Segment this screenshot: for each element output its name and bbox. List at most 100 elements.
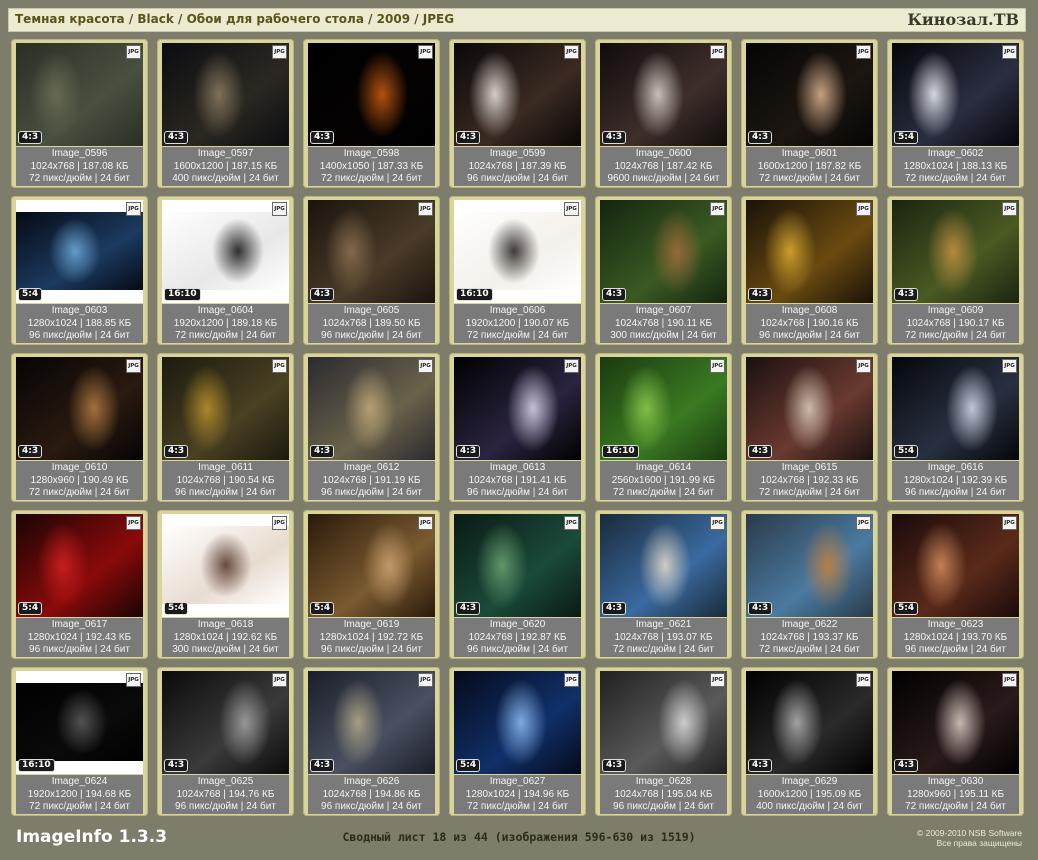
- thumbnail-card[interactable]: JPG 4:3 Image_0611 1024x768 | 190.54 КБ 96 п…: [157, 353, 294, 502]
- thumbnail-image[interactable]: JPG 4:3: [16, 43, 143, 146]
- thumbnail-card[interactable]: JPG 4:3 Image_0628 1024x768 | 195.04 КБ 96 п…: [595, 667, 732, 816]
- thumbnail-card[interactable]: JPG 5:4 Image_0623 1280x1024 | 193.70 КБ 96 …: [887, 510, 1024, 659]
- thumbnail-image[interactable]: JPG 5:4: [162, 514, 289, 617]
- jpg-format-icon: JPG: [418, 202, 433, 216]
- thumbnail-image[interactable]: JPG 4:3: [454, 43, 581, 146]
- thumbnail-image[interactable]: JPG 4:3: [162, 671, 289, 774]
- thumbnail-card[interactable]: JPG 5:4 Image_0603 1280x1024 | 188.85 КБ 96 …: [11, 196, 148, 345]
- thumbnail-image[interactable]: JPG 16:10: [600, 357, 727, 460]
- jpg-format-icon: JPG: [564, 673, 579, 687]
- file-size: 188.13 КБ: [961, 160, 1008, 172]
- thumbnail-card[interactable]: JPG 5:4 Image_0627 1280x1024 | 194.96 КБ 72 …: [449, 667, 586, 816]
- thumbnail-image[interactable]: JPG 4:3: [162, 43, 289, 146]
- separator: |: [238, 487, 247, 498]
- thumbnail-card[interactable]: JPG 16:10 Image_0614 2560x1600 | 191.99 КБ 7…: [595, 353, 732, 502]
- thumbnail-card[interactable]: JPG 4:3 Image_0607 1024x768 | 190.11 КБ 300 …: [595, 196, 732, 345]
- image-dimensions: 1024x768: [760, 631, 805, 643]
- thumbnail-image[interactable]: JPG 4:3: [746, 357, 873, 460]
- thumbnail-card[interactable]: JPG 4:3 Image_0605 1024x768 | 189.50 КБ 96 п…: [303, 196, 440, 345]
- thumbnail-card[interactable]: JPG 4:3 Image_0626 1024x768 | 194.86 КБ 96 п…: [303, 667, 440, 816]
- thumbnail-card[interactable]: JPG 4:3 Image_0629 1600x1200 | 195.09 КБ 400…: [741, 667, 878, 816]
- thumbnail-card[interactable]: JPG 4:3 Image_0601 1600x1200 | 187.82 КБ 72 …: [741, 39, 878, 188]
- thumbnail-card[interactable]: JPG 5:4 Image_0602 1280x1024 | 188.13 КБ 72 …: [887, 39, 1024, 188]
- image-dpi: 96 пикс/дюйм: [321, 487, 384, 498]
- thumbnail-image[interactable]: JPG 4:3: [600, 671, 727, 774]
- thumbnail-card[interactable]: JPG 4:3 Image_0608 1024x768 | 190.16 КБ 96 п…: [741, 196, 878, 345]
- thumbnail-image[interactable]: JPG 4:3: [746, 671, 873, 774]
- thumbnail-card[interactable]: JPG 4:3 Image_0630 1280x960 | 195.11 КБ 72 п…: [887, 667, 1024, 816]
- separator: |: [366, 317, 375, 329]
- thumbnail-card[interactable]: JPG 16:10 Image_0604 1920x1200 | 189.18 КБ 7…: [157, 196, 294, 345]
- thumbnail-card[interactable]: JPG 5:4 Image_0616 1280x1024 | 192.39 КБ 96 …: [887, 353, 1024, 502]
- jpg-format-icon: JPG: [564, 516, 579, 530]
- thumbnail-card[interactable]: JPG 4:3 Image_0625 1024x768 | 194.76 КБ 96 п…: [157, 667, 294, 816]
- thumbnail-card[interactable]: JPG 4:3 Image_0613 1024x768 | 191.41 КБ 96 п…: [449, 353, 586, 502]
- thumbnail-card[interactable]: JPG 4:3 Image_0600 1024x768 | 187.42 КБ 9600…: [595, 39, 732, 188]
- thumbnail-image[interactable]: JPG 4:3: [308, 671, 435, 774]
- thumbnail-card[interactable]: JPG 4:3 Image_0597 1600x1200 | 187.15 КБ 400…: [157, 39, 294, 188]
- jpg-format-icon: JPG: [272, 673, 287, 687]
- thumbnail-image[interactable]: JPG 4:3: [454, 357, 581, 460]
- separator: |: [804, 317, 813, 329]
- bit-depth: 24 бит: [832, 801, 863, 812]
- thumbnail-image[interactable]: JPG 5:4: [892, 357, 1019, 460]
- thumbnail-image[interactable]: JPG 5:4: [16, 200, 143, 303]
- thumbnail-image[interactable]: JPG 16:10: [162, 200, 289, 303]
- thumbnail-card[interactable]: JPG 4:3 Image_0610 1280x960 | 190.49 КБ 72 п…: [11, 353, 148, 502]
- aspect-ratio-badge: 4:3: [602, 759, 627, 772]
- jpg-format-icon: JPG: [564, 202, 579, 216]
- thumbnail-card[interactable]: JPG 5:4 Image_0619 1280x1024 | 192.72 КБ 96 …: [303, 510, 440, 659]
- thumbnail-card[interactable]: JPG 16:10 Image_0624 1920x1200 | 194.68 КБ 7…: [11, 667, 148, 816]
- thumbnail-image[interactable]: JPG 5:4: [308, 514, 435, 617]
- bit-depth: 24 бит: [248, 173, 279, 184]
- image-dimensions-size: 1024x768 | 195.04 КБ: [600, 789, 727, 802]
- thumbnail-image[interactable]: JPG 4:3: [892, 200, 1019, 303]
- thumbnail-card[interactable]: JPG 4:3 Image_0612 1024x768 | 191.19 КБ 96 п…: [303, 353, 440, 502]
- image-dpi: 72 пикс/дюйм: [467, 330, 530, 341]
- separator: |: [968, 330, 977, 341]
- separator: |: [678, 330, 687, 341]
- thumbnail-image[interactable]: JPG 4:3: [600, 514, 727, 617]
- thumbnail-card[interactable]: JPG 16:10 Image_0606 1920x1200 | 190.07 КБ 7…: [449, 196, 586, 345]
- thumbnail-card[interactable]: JPG 5:4 Image_0618 1280x1024 | 192.62 КБ 300…: [157, 510, 294, 659]
- thumbnail-image[interactable]: JPG 4:3: [16, 357, 143, 460]
- image-dpi-bits: 96 пикс/дюйм | 24 бит: [454, 487, 581, 500]
- thumbnail-image[interactable]: JPG 4:3: [892, 671, 1019, 774]
- thumbnail-image[interactable]: JPG 4:3: [746, 200, 873, 303]
- thumbnail-card[interactable]: JPG 4:3 Image_0621 1024x768 | 193.07 КБ 72 п…: [595, 510, 732, 659]
- thumbnail-image[interactable]: JPG 5:4: [454, 671, 581, 774]
- thumbnail-image[interactable]: JPG 4:3: [600, 43, 727, 146]
- thumbnail-image[interactable]: JPG 4:3: [162, 357, 289, 460]
- separator: |: [74, 474, 83, 486]
- thumbnail-image[interactable]: JPG 5:4: [892, 514, 1019, 617]
- thumbnail-image[interactable]: JPG 4:3: [600, 200, 727, 303]
- thumbnail-card[interactable]: JPG 4:3 Image_0622 1024x768 | 193.37 КБ 72 п…: [741, 510, 878, 659]
- thumbnail-card[interactable]: JPG 4:3 Image_0598 1400x1050 | 187.33 КБ 72 …: [303, 39, 440, 188]
- image-filename: Image_0618: [197, 619, 254, 630]
- image-dimensions-size: 1024x768 | 190.54 КБ: [162, 475, 289, 488]
- thumbnail-card[interactable]: JPG 4:3 Image_0609 1024x768 | 190.17 КБ 72 п…: [887, 196, 1024, 345]
- thumbnail-image[interactable]: JPG 5:4: [892, 43, 1019, 146]
- thumbnail-image[interactable]: JPG 4:3: [746, 43, 873, 146]
- thumbnail-image[interactable]: JPG 16:10: [454, 200, 581, 303]
- bit-depth: 24 бит: [830, 644, 860, 655]
- thumbnail-card[interactable]: JPG 4:3 Image_0615 1024x768 | 192.33 КБ 72 п…: [741, 353, 878, 502]
- thumbnail-card[interactable]: JPG 4:3 Image_0620 1024x768 | 192.87 КБ 96 п…: [449, 510, 586, 659]
- thumbnail-image[interactable]: JPG 4:3: [308, 43, 435, 146]
- thumbnail-image[interactable]: JPG 4:3: [746, 514, 873, 617]
- thumbnail-card[interactable]: JPG 4:3 Image_0599 1024x768 | 187.39 КБ 96 п…: [449, 39, 586, 188]
- bit-depth: 24 бит: [246, 487, 276, 498]
- bit-depth: 24 бит: [684, 644, 714, 655]
- thumbnail-card[interactable]: JPG 5:4 Image_0617 1280x1024 | 192.43 КБ 96 …: [11, 510, 148, 659]
- thumbnail-image[interactable]: JPG 16:10: [16, 671, 143, 774]
- thumbnail-image[interactable]: JPG 5:4: [16, 514, 143, 617]
- jpg-format-icon: JPG: [272, 45, 287, 59]
- thumbnail-image[interactable]: JPG 4:3: [308, 357, 435, 460]
- thumbnail-card[interactable]: JPG 4:3 Image_0596 1024x768 | 187.08 КБ 72 п…: [11, 39, 148, 188]
- thumbnail-image[interactable]: JPG 4:3: [454, 514, 581, 617]
- thumbnail-image[interactable]: JPG 4:3: [308, 200, 435, 303]
- image-dpi-bits: 72 пикс/дюйм | 24 бит: [746, 644, 873, 657]
- image-dpi-bits: 96 пикс/дюйм | 24 бит: [308, 330, 435, 343]
- bit-depth: 24 бит: [100, 173, 130, 184]
- aspect-ratio-badge: 4:3: [748, 445, 773, 458]
